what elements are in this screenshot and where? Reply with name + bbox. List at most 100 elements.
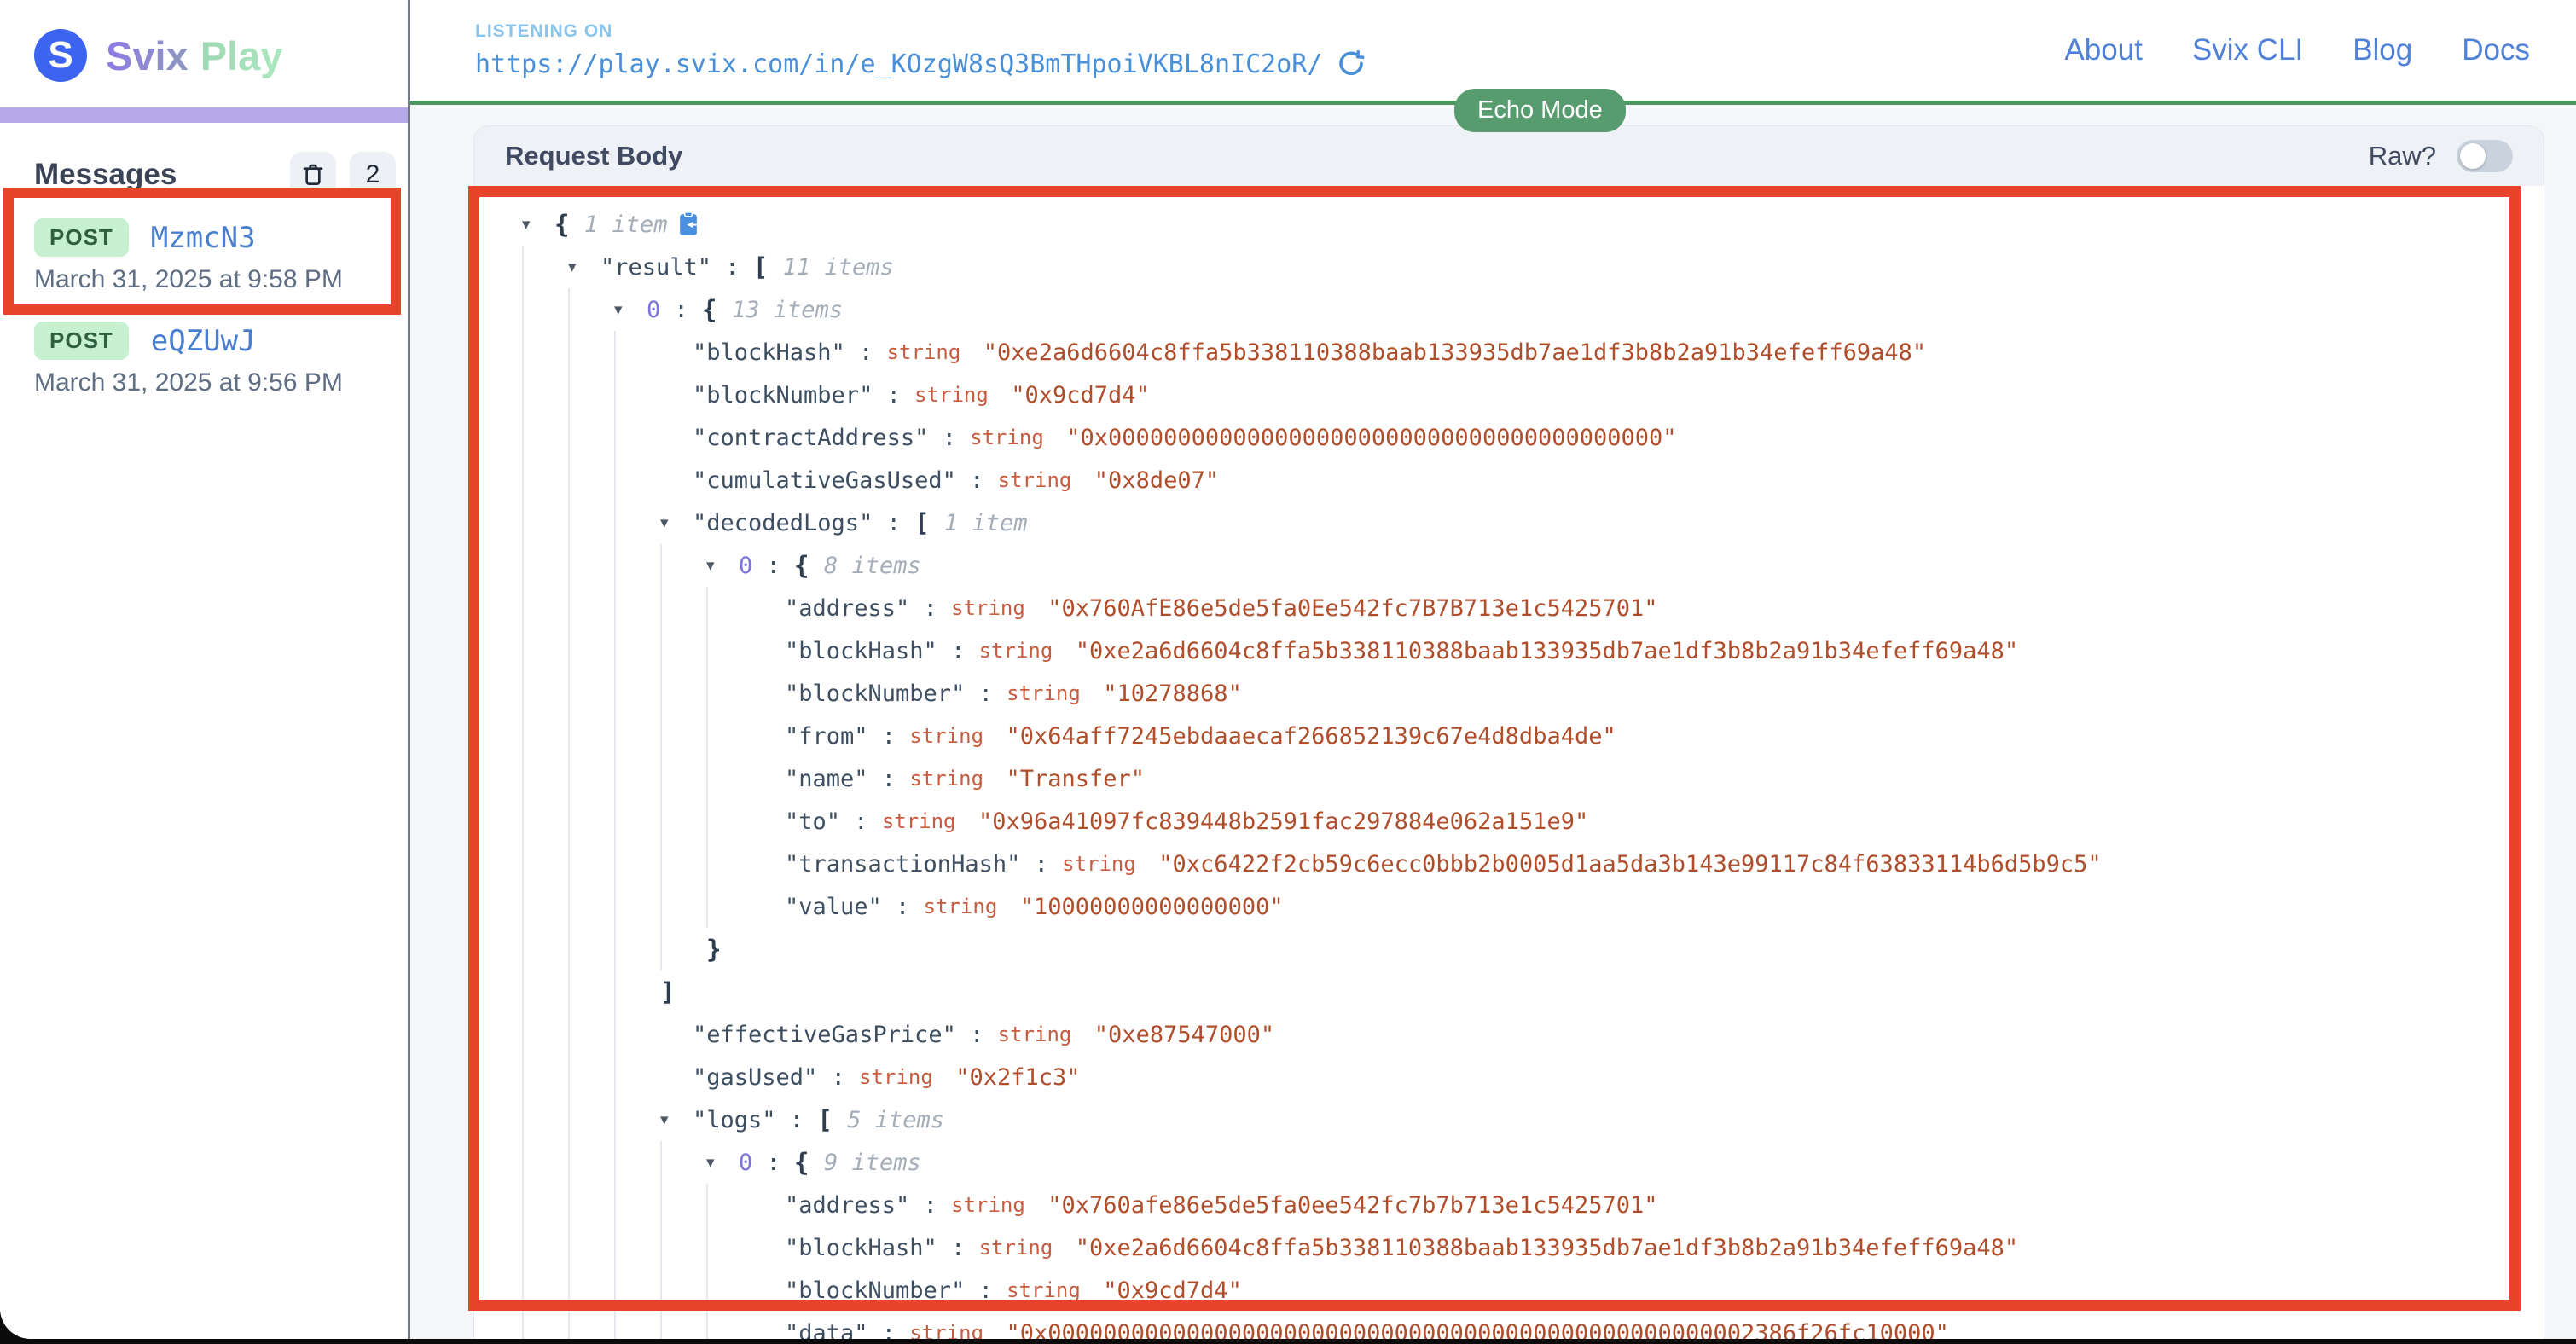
json-type-label: string (909, 1321, 995, 1339)
json-open-bracket: { (554, 210, 584, 239)
indent-guide (568, 1184, 614, 1226)
json-colon: : (956, 467, 998, 494)
json-key: "gasUsed" (693, 1064, 817, 1091)
webhook-url[interactable]: https://play.svix.com/in/e_KOzgW8sQ3BmTH… (475, 49, 1322, 79)
json-item-count: 9 items (824, 1150, 921, 1176)
indent-guide (614, 715, 660, 757)
json-string-value: "0xe87547000" (1094, 1022, 1274, 1048)
indent-guide (568, 928, 614, 970)
json-key: "blockHash" (693, 339, 845, 366)
json-colon: : (752, 553, 794, 579)
json-line: "blockHash" : string "0xe2a6d6604c8ffa5b… (488, 1226, 2544, 1269)
json-line: "from" : string "0x64aff7245ebdaaecaf266… (488, 715, 2544, 757)
collapse-arrow-icon[interactable]: ▾ (706, 556, 739, 576)
json-open-bracket: { (794, 1148, 824, 1177)
json-line: "contractAddress" : string "0x0000000000… (488, 416, 2544, 459)
indent-guide (568, 800, 614, 843)
json-line: ▾0 : { 13 items (488, 288, 2544, 331)
indent-guide (522, 246, 568, 288)
indent-guide (660, 544, 706, 587)
request-body-panel-header: Request Body Raw? (474, 126, 2544, 186)
json-line: ▾"result" : [ 11 items (488, 246, 2544, 288)
json-tree-viewer: ▾{ 1 item▾"result" : [ 11 items▾0 : { 13… (474, 186, 2544, 1339)
json-line: ▾"decodedLogs" : [ 1 item (488, 501, 2544, 544)
json-open-bracket: { (702, 295, 732, 324)
copy-json-button[interactable] (676, 211, 701, 238)
json-type-label: string (951, 596, 1037, 620)
indent-guide (522, 1226, 568, 1269)
nav-link-about[interactable]: About (2064, 33, 2142, 67)
indent-guide (568, 1013, 614, 1056)
logo-text: Svix Play (106, 32, 282, 79)
refresh-url-button[interactable] (1336, 49, 1366, 79)
nav-link-docs[interactable]: Docs (2462, 33, 2530, 67)
json-colon: : (1020, 851, 1062, 878)
collapse-arrow-icon[interactable]: ▾ (522, 215, 554, 235)
json-type-label: string (914, 383, 1001, 407)
collapse-arrow-icon[interactable]: ▾ (568, 258, 600, 277)
indent-guide (706, 800, 752, 843)
listening-block: LISTENING ON https://play.svix.com/in/e_… (475, 21, 1366, 79)
indent-guide (706, 843, 752, 885)
echo-mode-badge: Echo Mode (1454, 89, 1626, 132)
indent-guide (614, 416, 660, 459)
indent-guide (614, 1226, 660, 1269)
indent-guide (522, 501, 568, 544)
indent-guide (522, 757, 568, 800)
indent-guide (568, 970, 614, 1013)
json-item-count: 8 items (824, 553, 921, 579)
method-badge: POST (34, 218, 129, 257)
json-string-value: "0xe2a6d6604c8ffa5b338110388baab133935db… (983, 339, 1926, 366)
message-list-item-MzmcN3[interactable]: POSTMzmcN3March 31, 2025 at 9:58 PM (0, 206, 408, 310)
indent-guide (522, 1098, 568, 1141)
collapse-arrow-icon[interactable]: ▾ (706, 1153, 739, 1173)
indent-guide (568, 501, 614, 544)
json-line: ▾"logs" : [ 5 items (488, 1098, 2544, 1141)
logo[interactable]: S Svix Play (0, 0, 408, 82)
indent-guide (522, 800, 568, 843)
indent-guide (522, 970, 568, 1013)
json-type-label: string (882, 809, 968, 833)
json-colon: : (873, 510, 914, 536)
sidebar: S Svix Play Messages 2 POSTMzmcN3March (0, 0, 408, 1339)
indent-guide (660, 629, 706, 672)
indent-guide (660, 1226, 706, 1269)
json-string-value: "Transfer" (1006, 766, 1145, 792)
indent-guide (522, 459, 568, 501)
raw-toggle-knob (2460, 143, 2486, 169)
indent-guide (568, 1269, 614, 1312)
indent-guide (522, 843, 568, 885)
json-string-value: "0xe2a6d6604c8ffa5b338110388baab133935db… (1076, 638, 2018, 664)
message-list: POSTMzmcN3March 31, 2025 at 9:58 PMPOSTe… (0, 206, 408, 413)
json-line: "effectiveGasPrice" : string "0xe8754700… (488, 1013, 2544, 1056)
message-list-item-eQZUwJ[interactable]: POSTeQZUwJMarch 31, 2025 at 9:56 PM (0, 310, 408, 413)
collapse-arrow-icon[interactable]: ▾ (660, 1110, 693, 1130)
collapse-arrow-icon[interactable]: ▾ (614, 300, 647, 320)
nav-link-blog[interactable]: Blog (2353, 33, 2412, 67)
indent-guide (614, 1269, 660, 1312)
indent-guide (660, 1269, 706, 1312)
json-type-label: string (859, 1065, 945, 1089)
collapse-arrow-icon[interactable]: ▾ (660, 513, 693, 533)
indent-guide (706, 1312, 752, 1339)
json-key: "effectiveGasPrice" (693, 1022, 956, 1048)
json-type-label: string (1007, 1278, 1093, 1302)
indent-guide (568, 757, 614, 800)
json-item-count: 5 items (847, 1107, 944, 1133)
json-colon: : (817, 1064, 859, 1091)
indent-guide (568, 416, 614, 459)
json-index: 0 (647, 297, 660, 323)
json-open-bracket: [ (817, 1105, 847, 1134)
json-type-label: string (909, 724, 995, 748)
json-colon: : (928, 425, 970, 451)
json-string-value: "0x2f1c3" (955, 1064, 1080, 1091)
indent-guide (568, 288, 614, 331)
json-line: "blockNumber" : string "0x9cd7d4" (488, 374, 2544, 416)
json-colon: : (711, 254, 753, 281)
indent-guide (568, 1141, 614, 1184)
indent-guide (660, 928, 706, 970)
indent-guide (522, 1184, 568, 1226)
raw-toggle[interactable] (2457, 140, 2513, 172)
clear-messages-button[interactable] (290, 152, 336, 198)
nav-link-svix-cli[interactable]: Svix CLI (2192, 33, 2303, 67)
